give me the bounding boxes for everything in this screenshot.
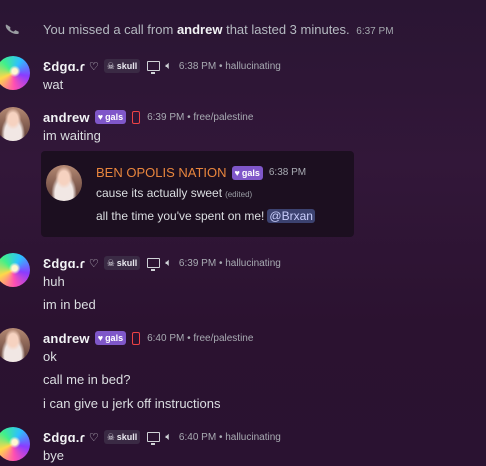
heart-icon: ♡ xyxy=(88,60,99,73)
username[interactable]: Ɛdgɑ.ɾ xyxy=(43,430,85,445)
user-mention[interactable]: @Brxan xyxy=(267,209,315,223)
message-meta: 6:39 PM • hallucinating xyxy=(178,257,281,269)
message-text: wat xyxy=(43,77,64,92)
message-header: Ɛdgɑ.ɾ ♡ ☠ skull 🔈︎ 6:38 PM • hallucinati… xyxy=(43,57,281,75)
caller-name[interactable]: andrew xyxy=(177,22,223,37)
server-tag[interactable]: ♥ gals xyxy=(231,165,263,180)
message-text: ok xyxy=(43,349,57,364)
message-header: Ɛdgɑ.ɾ ♡ ☠ skull 🔈︎ 6:39 PM • hallucinati… xyxy=(43,254,281,272)
mobile-phone-icon xyxy=(132,331,141,345)
server-tag[interactable]: ☠ skull xyxy=(103,59,141,73)
server-tag-label: gals xyxy=(105,112,124,122)
embed-line: all the time you've spent on me! xyxy=(96,209,265,223)
embed-line: cause its actually sweet xyxy=(96,186,223,200)
server-tag[interactable]: ♥ gals xyxy=(94,331,127,345)
heart-icon: ♡ xyxy=(88,431,99,444)
avatar[interactable] xyxy=(0,328,30,362)
missed-call-suffix: that lasted 3 minutes. xyxy=(226,22,350,37)
missed-call-notice: You missed a call from andrew that laste… xyxy=(0,18,486,42)
message-text: i can give u jerk off instructions xyxy=(43,396,221,411)
embed-author[interactable]: BEN OPOLIS NATION xyxy=(96,165,227,180)
missed-call-text: You missed a call from andrew that laste… xyxy=(43,22,394,37)
speaker-icon: 🔈︎ xyxy=(165,430,172,443)
message-header: Ɛdgɑ.ɾ ♡ ☠ skull 🔈︎ 6:40 PM • hallucinati… xyxy=(43,428,281,446)
speaker-icon: 🔈︎ xyxy=(165,59,172,72)
missed-call-prefix: You missed a call from xyxy=(43,22,174,37)
server-tag[interactable]: ☠ skull xyxy=(103,430,141,444)
server-tag-label: gals xyxy=(241,167,260,178)
mobile-phone-icon xyxy=(132,110,141,124)
avatar[interactable] xyxy=(0,56,30,90)
embed-text: all the time you've spent on me! @Brxan xyxy=(96,209,315,223)
message-text: im in bed xyxy=(43,297,96,312)
username[interactable]: Ɛdgɑ.ɾ xyxy=(43,59,85,74)
server-tag-label: gals xyxy=(105,333,124,343)
message-text: im waiting xyxy=(43,128,101,143)
skull-icon: ☠ xyxy=(106,60,115,71)
monitor-icon xyxy=(147,258,161,271)
embedded-message[interactable]: BEN OPOLIS NATION ♥ gals 6:38 PM cause it… xyxy=(41,151,354,237)
message-meta: 6:40 PM • hallucinating xyxy=(178,431,281,443)
avatar[interactable] xyxy=(0,107,30,141)
phone-icon xyxy=(5,24,19,35)
username[interactable]: Ɛdgɑ.ɾ xyxy=(43,256,85,271)
username[interactable]: andrew xyxy=(43,110,90,125)
monitor-icon xyxy=(147,61,161,74)
avatar[interactable] xyxy=(0,253,30,287)
message-header: andrew ♥ gals 6:40 PM • free/palestine xyxy=(43,329,253,347)
server-tag-label: skull xyxy=(116,61,138,71)
edited-label: (edited) xyxy=(225,190,253,199)
avatar[interactable] xyxy=(46,165,82,201)
speaker-icon: 🔈︎ xyxy=(165,256,172,269)
server-tag[interactable]: ♥ gals xyxy=(94,110,127,124)
skull-icon: ☠ xyxy=(106,257,115,268)
monitor-icon xyxy=(147,432,161,445)
embed-text: cause its actually sweet (edited) xyxy=(96,186,252,200)
heart-icon: ♡ xyxy=(88,257,99,270)
avatar[interactable] xyxy=(0,427,30,461)
message-header: andrew ♥ gals 6:39 PM • free/palestine xyxy=(43,108,253,126)
embed-header: BEN OPOLIS NATION ♥ gals 6:38 PM xyxy=(96,165,306,180)
server-tag[interactable]: ☠ skull xyxy=(103,256,141,270)
timestamp: 6:38 PM xyxy=(268,167,307,178)
username[interactable]: andrew xyxy=(43,331,90,346)
timestamp: 6:37 PM xyxy=(356,26,394,37)
message-text: huh xyxy=(43,274,65,289)
heart-icon: ♥ xyxy=(234,167,240,178)
message-text: bye xyxy=(43,448,64,463)
message-text: call me in bed? xyxy=(43,372,131,387)
message-meta: 6:38 PM • hallucinating xyxy=(178,60,281,72)
skull-icon: ☠ xyxy=(106,431,115,442)
message-meta: 6:40 PM • free/palestine xyxy=(147,332,254,344)
message-meta: 6:39 PM • free/palestine xyxy=(147,111,254,123)
heart-icon: ♥ xyxy=(97,112,104,122)
server-tag-label: skull xyxy=(116,432,138,442)
heart-icon: ♥ xyxy=(97,333,104,343)
server-tag-label: skull xyxy=(116,258,138,268)
